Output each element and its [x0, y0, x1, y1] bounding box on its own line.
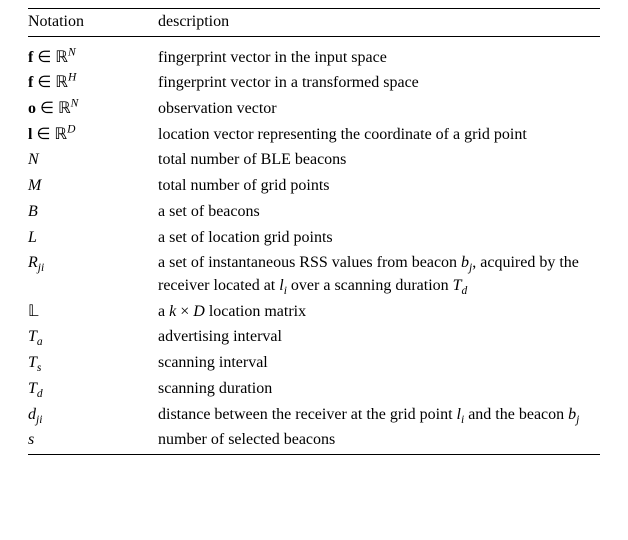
notation-cell: M [28, 174, 158, 200]
table-row: La set of location grid points [28, 225, 600, 251]
notation-cell: Ta [28, 325, 158, 351]
notation-cell: Ts [28, 351, 158, 377]
description-cell: number of selected beacons [158, 428, 600, 454]
notation-cell: N [28, 148, 158, 174]
notation-cell: Rji [28, 251, 158, 299]
notation-cell: f ∈ ℝH [28, 71, 158, 97]
notation-table: Notation description f ∈ ℝNfingerprint v… [28, 8, 600, 455]
table-row: o ∈ ℝNobservation vector [28, 96, 600, 122]
description-cell: advertising interval [158, 325, 600, 351]
table-row: 𝕃a k × D location matrix [28, 299, 600, 325]
description-cell: fingerprint vector in the input space [158, 45, 600, 71]
table-row: Tdscanning duration [28, 376, 600, 402]
notation-cell: s [28, 428, 158, 454]
notation-cell: o ∈ ℝN [28, 96, 158, 122]
description-cell: a set of beacons [158, 199, 600, 225]
table-row: Mtotal number of grid points [28, 174, 600, 200]
description-cell: total number of grid points [158, 174, 600, 200]
table-row: Taadvertising interval [28, 325, 600, 351]
notation-cell: 𝕃 [28, 299, 158, 325]
table-row: djidistance between the receiver at the … [28, 402, 600, 428]
description-cell: scanning duration [158, 376, 600, 402]
description-cell: fingerprint vector in a transformed spac… [158, 71, 600, 97]
notation-cell: B [28, 199, 158, 225]
table-row: f ∈ ℝHfingerprint vector in a transforme… [28, 71, 600, 97]
description-cell: total number of BLE beacons [158, 148, 600, 174]
table-row: Ntotal number of BLE beacons [28, 148, 600, 174]
table-body: f ∈ ℝNfingerprint vector in the input sp… [28, 37, 600, 455]
description-cell: observation vector [158, 96, 600, 122]
notation-cell: Td [28, 376, 158, 402]
description-cell: a set of instantaneous RSS values from b… [158, 251, 600, 299]
description-cell: a k × D location matrix [158, 299, 600, 325]
table-row: Tsscanning interval [28, 351, 600, 377]
notation-cell: l ∈ ℝD [28, 122, 158, 148]
description-cell: a set of location grid points [158, 225, 600, 251]
description-cell: scanning interval [158, 351, 600, 377]
table-row: Rjia set of instantaneous RSS values fro… [28, 251, 600, 299]
description-cell: location vector representing the coordin… [158, 122, 600, 148]
header-notation: Notation [28, 9, 158, 37]
notation-cell: f ∈ ℝN [28, 45, 158, 71]
table-row: Ba set of beacons [28, 199, 600, 225]
table-header-row: Notation description [28, 9, 600, 37]
table-row: snumber of selected beacons [28, 428, 600, 454]
header-description: description [158, 9, 600, 37]
notation-cell: dji [28, 402, 158, 428]
table-row: f ∈ ℝNfingerprint vector in the input sp… [28, 45, 600, 71]
description-cell: distance between the receiver at the gri… [158, 402, 600, 428]
notation-cell: L [28, 225, 158, 251]
table-row: l ∈ ℝDlocation vector representing the c… [28, 122, 600, 148]
